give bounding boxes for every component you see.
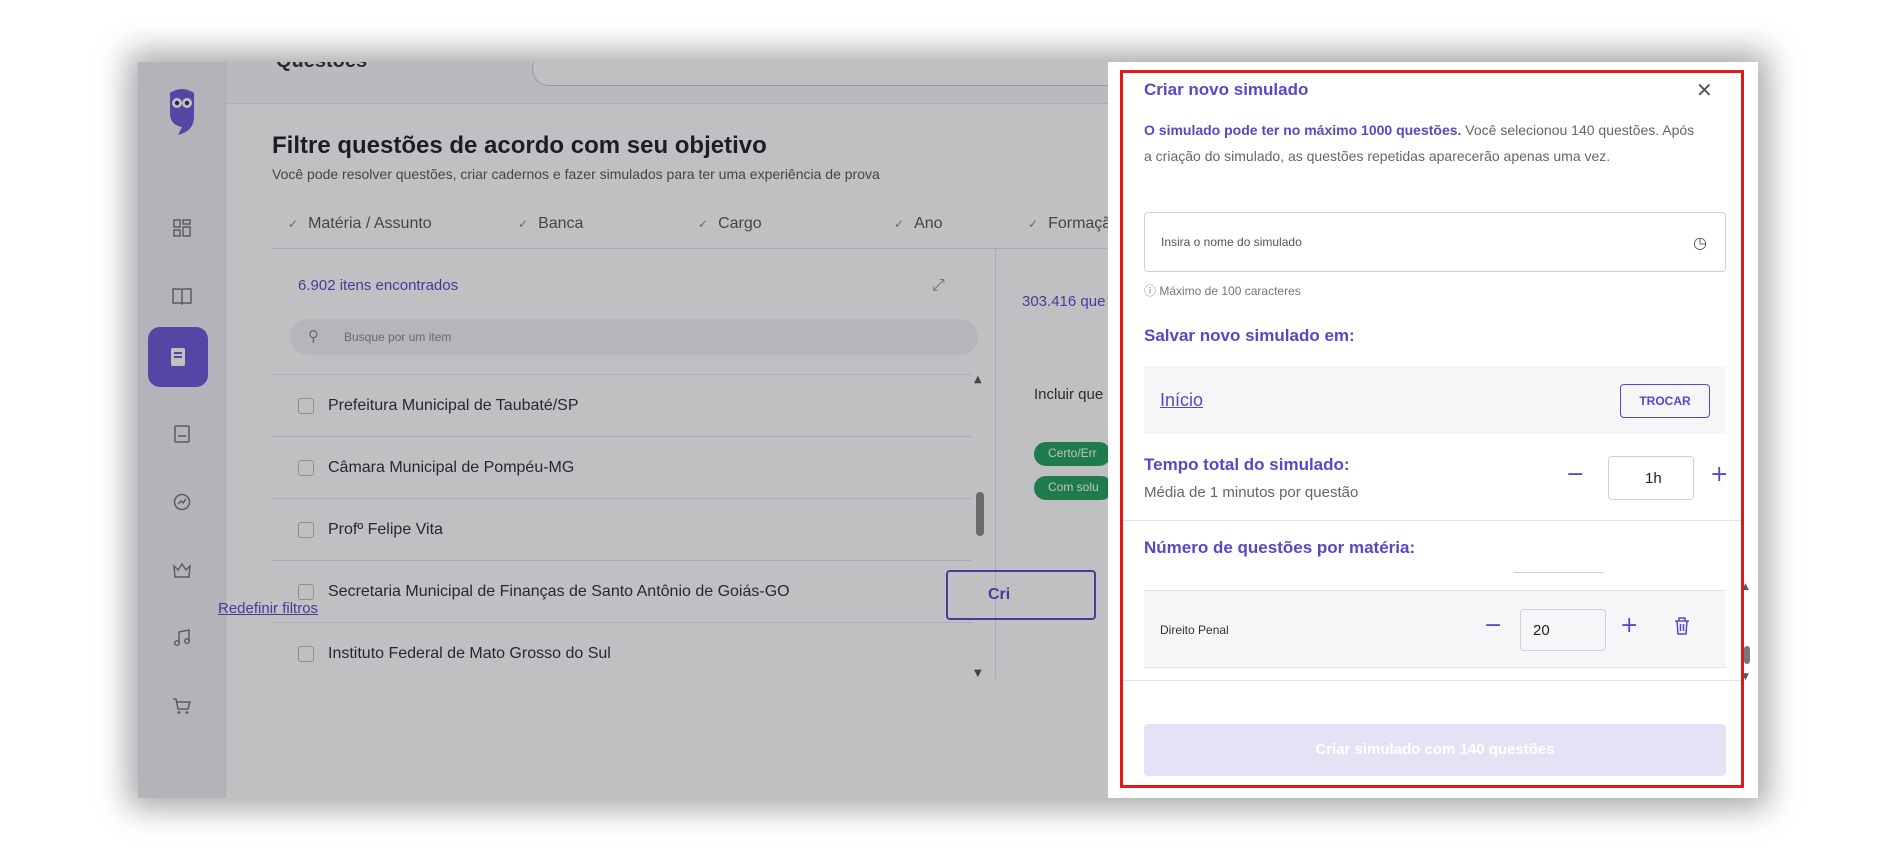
subject-count-input[interactable]: 20 bbox=[1520, 609, 1606, 651]
simulado-name-input[interactable]: Insira o nome do simulado ◷ bbox=[1144, 212, 1726, 272]
close-icon[interactable]: ✕ bbox=[1696, 78, 1713, 102]
subjects-heading: Número de questões por matéria: bbox=[1144, 538, 1416, 557]
subjects-list: Direito Penal − 20 + bbox=[1144, 572, 1726, 670]
trash-icon[interactable] bbox=[1674, 617, 1690, 639]
subject-increase-button[interactable]: + bbox=[1620, 613, 1638, 638]
subjects-scrollbar[interactable]: ▲ ▼ bbox=[1742, 582, 1752, 682]
create-simulado-button[interactable]: Criar simulado com 140 questões bbox=[1144, 724, 1726, 776]
create-simulado-drawer: Criar novo simulado ✕ O simulado pode te… bbox=[1108, 62, 1758, 798]
info-icon: ⓘ bbox=[1144, 284, 1160, 298]
save-folder: Início TROCAR bbox=[1144, 366, 1726, 434]
time-decrease-button[interactable]: − bbox=[1566, 462, 1584, 487]
drawer-title: Criar novo simulado bbox=[1144, 80, 1309, 99]
drawer-info: O simulado pode ter no máximo 1000 quest… bbox=[1144, 122, 1695, 164]
time-input[interactable]: 1h bbox=[1608, 456, 1694, 500]
divider bbox=[1122, 680, 1742, 681]
time-increase-button[interactable]: + bbox=[1710, 462, 1728, 487]
name-placeholder: Insira o nome do simulado bbox=[1161, 235, 1302, 249]
scroll-down-icon[interactable]: ▼ bbox=[1742, 672, 1749, 682]
scroll-up-icon[interactable]: ▲ bbox=[1742, 582, 1749, 592]
change-folder-button[interactable]: TROCAR bbox=[1620, 384, 1710, 418]
app-window: Questões Filtre questões de acordo com s… bbox=[138, 62, 1758, 798]
subject-row: Direito Penal − 20 + bbox=[1144, 590, 1726, 668]
divider bbox=[1514, 572, 1604, 573]
subject-decrease-button[interactable]: − bbox=[1484, 613, 1502, 638]
folder-link[interactable]: Início bbox=[1160, 390, 1203, 411]
time-subtitle: Média de 1 minutos por questão bbox=[1144, 484, 1359, 501]
save-heading: Salvar novo simulado em: bbox=[1144, 326, 1355, 345]
time-heading: Tempo total do simulado: bbox=[1144, 455, 1350, 474]
scroll-thumb[interactable] bbox=[1744, 646, 1750, 664]
divider bbox=[1122, 520, 1742, 521]
subject-name: Direito Penal bbox=[1160, 623, 1229, 637]
name-hint: ⓘ Máximo de 100 caracteres bbox=[1144, 284, 1301, 298]
clock-icon: ◷ bbox=[1693, 233, 1707, 252]
